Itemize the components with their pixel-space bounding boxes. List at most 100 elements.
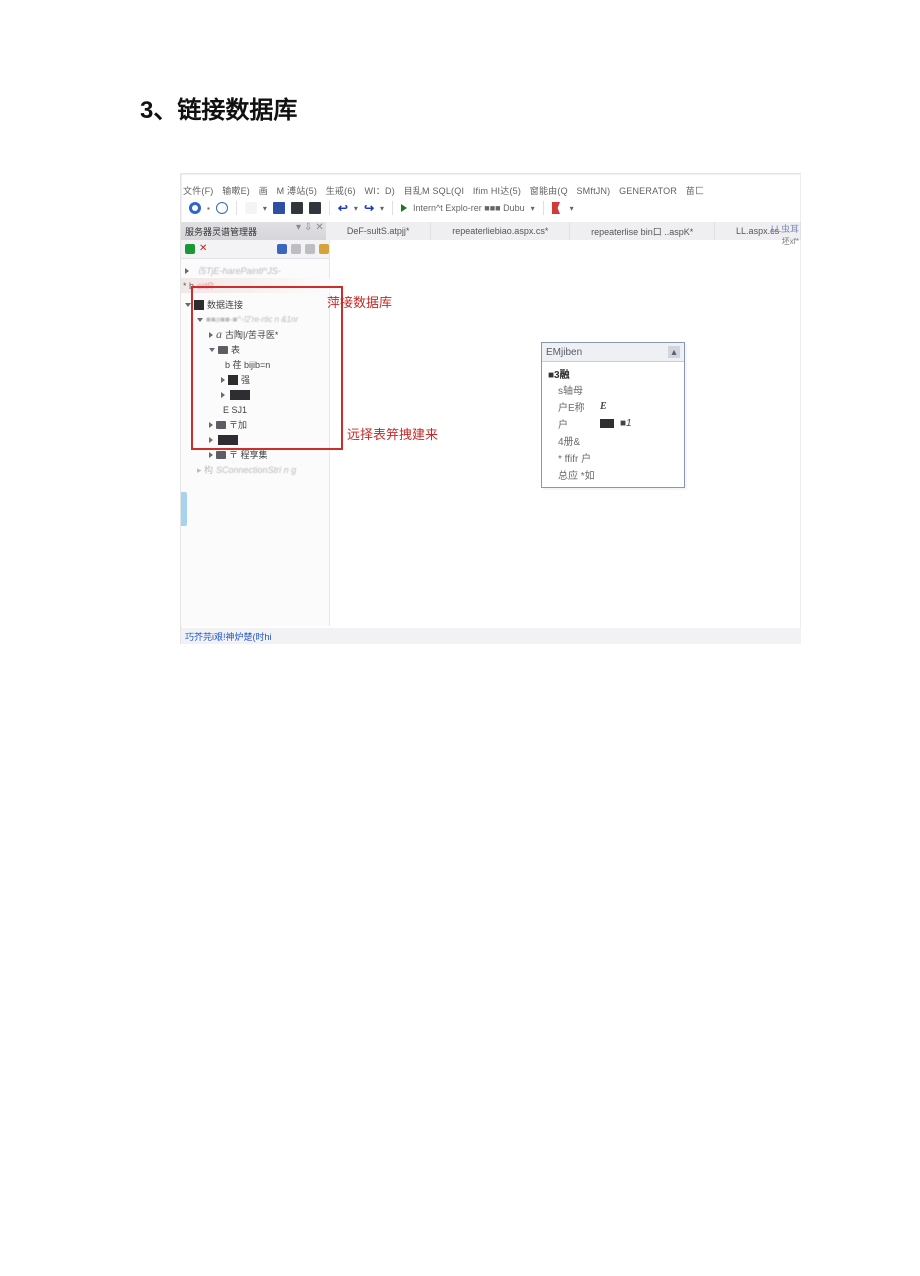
tree-tables-node[interactable]: 表 [185, 342, 327, 357]
db-connection-icon [194, 300, 204, 310]
menu-ifim[interactable]: Ifim HI达(5) [473, 186, 521, 196]
collapse-icon[interactable] [209, 348, 215, 352]
flag-icon[interactable] [552, 202, 564, 214]
expand-icon[interactable] [221, 377, 225, 383]
expand-icon[interactable] [209, 422, 213, 428]
folder-icon [216, 451, 226, 459]
collapsed-dock-tab[interactable] [181, 492, 187, 526]
menu-sm[interactable]: SMftJN) [576, 186, 610, 196]
field-label: 4册& [558, 433, 594, 448]
menu-view[interactable]: 画 [259, 186, 268, 196]
save-all-icon[interactable] [291, 202, 303, 214]
right-dock-label-2[interactable]: 坯xf* [782, 236, 799, 247]
tool-icon-2[interactable] [305, 244, 315, 254]
folder-icon [218, 435, 238, 445]
expand-icon[interactable] [221, 392, 225, 398]
panel-row[interactable]: 4册& [548, 432, 678, 449]
tree-label: （5TjE-harePaintl^JS- [192, 264, 281, 277]
tree-blur-node[interactable] [185, 432, 327, 447]
nav-forward-icon[interactable] [216, 202, 228, 214]
menu-wi[interactable]: WI：D) [364, 186, 395, 196]
panel-row[interactable]: 户 ■1 [548, 415, 678, 432]
open-icon[interactable] [309, 202, 321, 214]
panel-dropdown-icon[interactable]: ▾ [296, 222, 301, 233]
menu-edit[interactable]: 输嗽E) [222, 186, 250, 196]
tree-procs-node[interactable]: 〒 程享集 [185, 447, 327, 462]
tool-icon-3[interactable] [319, 244, 329, 254]
panel-close-icon[interactable]: ✕ [315, 222, 323, 233]
new-item-icon[interactable] [245, 202, 257, 214]
menu-gen[interactable]: GENERATOR [619, 186, 677, 196]
tree-diagram-node[interactable]: a 古陶|/苦寻医* [185, 327, 327, 342]
field-label: 户E称 [558, 399, 594, 414]
tree-label: SConnectionStri n g [216, 465, 296, 475]
menu-bar: 文件(F) 输嗽E) 画 M 溥站(5) 生戒(6) WI：D) 目乱M SQL… [183, 184, 799, 198]
tree-label: 〒 程享集 [229, 448, 268, 461]
collapse-icon[interactable] [197, 318, 203, 322]
nav-back-icon[interactable] [189, 202, 201, 214]
tree-connstring-node[interactable]: ▸ 构 SConnectionStri n g [185, 462, 327, 477]
tree-table-item[interactable]: b 荏 bijib=n [185, 357, 327, 372]
expand-icon[interactable] [209, 332, 213, 338]
table-icon [230, 390, 250, 400]
doc-tab-1[interactable]: DeF-sultS.atpjj* [326, 222, 431, 240]
tree-views-node[interactable]: 〒加 [185, 417, 327, 432]
tree-label: ■■a■■-■^-!2're-rtic n &1nr [206, 315, 298, 324]
panel-pin-controls: ▾ ⇩ ✕ [296, 222, 324, 233]
tool-icon-1[interactable] [291, 244, 301, 254]
field-label: 总应 *如 [558, 467, 595, 482]
connect-icon[interactable] [277, 244, 287, 254]
table-schema-panel[interactable]: EMjiben ▴ ■3融 s轴母 户E称 E 户 ■1 4册& [541, 342, 685, 488]
expand-icon[interactable] [209, 437, 213, 443]
tree-connection-item[interactable]: ■■a■■-■^-!2're-rtic n &1nr [185, 312, 327, 327]
folder-icon [216, 421, 226, 429]
save-icon[interactable] [273, 202, 285, 214]
tree-table-item[interactable]: E SJ1 [185, 402, 327, 417]
collapse-icon[interactable] [185, 303, 191, 307]
panel-header[interactable]: EMjiben ▴ [542, 343, 684, 362]
main-toolbar: ▪ ▾ ↩ ▾ ↩ ▾ Intern^t Explo-rer ■■■ Dubu … [185, 198, 799, 218]
server-explorer-panel: ✕ （5TjE-harePaintl^JS- * b srtR [181, 240, 330, 626]
doc-tab-2[interactable]: repeaterliebiao.aspx.cs* [431, 222, 570, 240]
menu-help[interactable]: 苗匚 [686, 186, 704, 196]
run-icon[interactable] [401, 204, 407, 212]
chevron-up-icon[interactable]: ▴ [668, 346, 680, 358]
tree-table-item[interactable] [185, 387, 327, 402]
menu-build[interactable]: 生戒(6) [326, 186, 356, 196]
tree-data-connections[interactable]: 数据连接 [185, 297, 327, 312]
folder-icon [218, 346, 228, 354]
expand-icon[interactable] [209, 452, 213, 458]
tree-label: 强 [241, 373, 250, 386]
table-icon [228, 375, 238, 385]
doc-tab-3[interactable]: repeaterlise bin口 ..aspK* [570, 222, 715, 240]
menu-window[interactable]: 窗能由(Q [530, 186, 568, 196]
tree-label: 数据连接 [207, 298, 243, 311]
run-target-label[interactable]: Intern^t Explo-rer ■■■ Dubu [413, 203, 525, 213]
panel-pin-icon[interactable]: ⇩ [304, 222, 312, 233]
tree-label: b 荏 bijib=n [225, 358, 270, 371]
refresh-icon[interactable] [185, 244, 195, 254]
menu-sql[interactable]: 目乱M SQL(QI [404, 186, 465, 196]
explorer-toolbar: ✕ [181, 240, 329, 259]
undo-icon[interactable]: ↩ [338, 201, 348, 215]
expand-icon[interactable] [185, 268, 189, 274]
redo-icon[interactable]: ↩ [364, 201, 374, 215]
status-text: 巧芥芫i艰!神炉楚(时hi [185, 630, 272, 643]
stop-icon[interactable]: ✕ [199, 244, 207, 254]
panel-row[interactable]: 总应 *如 [548, 466, 678, 483]
annotation-text-2: 远择表笄拽建来 [347, 424, 438, 443]
panel-row[interactable]: s轴母 [548, 381, 678, 398]
panel-row[interactable]: 户E称 E [548, 398, 678, 415]
field-label: s轴母 [558, 382, 594, 397]
value-swatch [600, 419, 614, 428]
panel-row[interactable]: * ffifr 户 [548, 449, 678, 466]
panel-category: ■3融 [548, 366, 678, 381]
menu-site[interactable]: M 溥站(5) [277, 186, 317, 196]
tree-faded-row: * b srtR [181, 278, 353, 293]
tree-label: srtR [197, 281, 214, 291]
right-dock-label-1[interactable]: LL虫耳 [771, 222, 799, 235]
tree-table-item[interactable]: 强 [185, 372, 327, 387]
tree-label: 〒加 [229, 418, 247, 431]
tree-label: ▸ 构 [197, 463, 213, 476]
menu-file[interactable]: 文件(F) [183, 186, 214, 196]
